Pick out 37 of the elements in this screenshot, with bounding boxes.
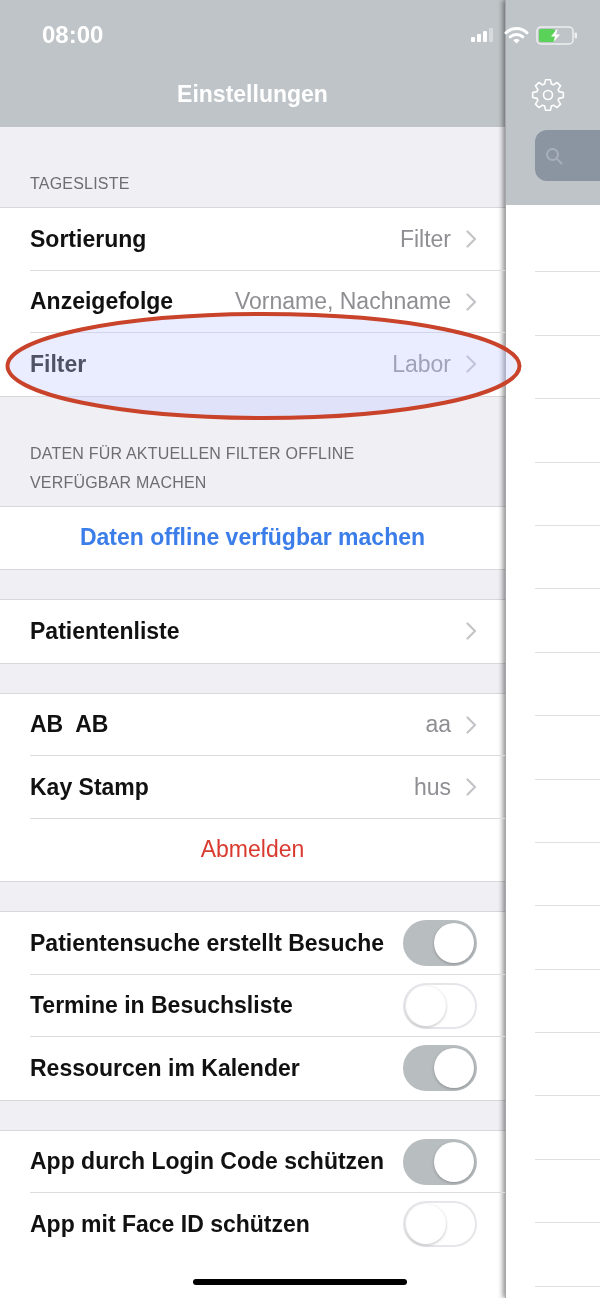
toggle-label: App durch Login Code schützen <box>30 1148 384 1176</box>
row-value: hus <box>413 773 451 801</box>
chevron-right-icon <box>466 622 477 641</box>
row-value: Vorname, Nachname <box>234 288 451 316</box>
row-label[interactable]: Anzeigefolge <box>30 288 174 316</box>
toggle-label: Ressourcen im Kalender <box>30 1054 300 1082</box>
row-value: Filter <box>399 225 451 253</box>
chevron-right-icon <box>466 292 477 311</box>
home-indicator[interactable] <box>193 1279 407 1285</box>
row-label[interactable]: Filter <box>30 350 87 378</box>
destructive-button[interactable]: Abmelden <box>200 836 305 864</box>
nav-title: Einstellungen <box>177 81 328 108</box>
section-header: TAGESLISTE <box>30 175 130 192</box>
battery-icon <box>536 25 578 45</box>
chevron-right-icon <box>466 778 477 797</box>
signal-icon <box>471 28 493 42</box>
toggle-switch[interactable] <box>403 920 477 967</box>
row-label[interactable]: Sortierung <box>30 225 147 253</box>
action-button[interactable]: Daten offline verfügbar machen <box>79 524 426 552</box>
search-field[interactable] <box>535 130 600 181</box>
chevron-right-icon <box>466 230 477 249</box>
status-time: 08:00 <box>42 21 104 49</box>
row-value: Labor <box>392 350 451 378</box>
toggle-label: Patientensuche erstellt Besuche <box>30 929 385 957</box>
toggle-switch[interactable] <box>403 1045 477 1092</box>
chevron-right-icon <box>466 355 477 374</box>
search-icon <box>545 146 563 165</box>
chevron-right-icon <box>466 715 477 734</box>
toggle-label: App mit Face ID schützen <box>30 1210 310 1238</box>
toggle-label: Termine in Besuchsliste <box>30 992 293 1020</box>
row-label[interactable]: Kay Stamp <box>30 773 149 801</box>
toggle-switch[interactable] <box>403 1138 477 1185</box>
settings-icon[interactable] <box>531 78 565 112</box>
row-label[interactable]: Patientenliste <box>30 617 180 645</box>
row-label[interactable]: AB AB <box>30 711 109 739</box>
row-value: aa <box>425 711 451 739</box>
section-header: DATEN FÜR AKTUELLEN FILTER OFFLINE VERFÜGBAR MACHEN <box>30 444 355 491</box>
